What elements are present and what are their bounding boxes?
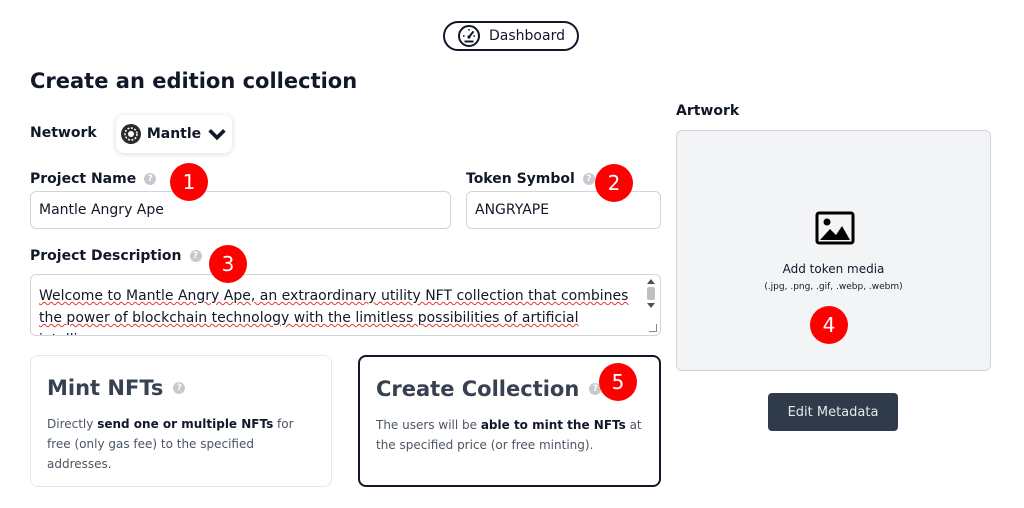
project-description-label: Project Description ? xyxy=(30,248,202,264)
dashboard-label: Dashboard xyxy=(489,28,565,44)
dashboard-button[interactable]: Dashboard xyxy=(443,21,579,51)
create-collection-title: Create Collection ? xyxy=(376,377,602,401)
mint-nfts-description: Directly send one or multiple NFTs for f… xyxy=(47,417,294,471)
token-symbol-input[interactable]: ANGRYAPE xyxy=(466,191,661,229)
media-formats-text: (.jpg, .png, .gif, .webp, .webm) xyxy=(764,282,903,292)
help-icon[interactable]: ? xyxy=(173,382,186,394)
project-description-textarea[interactable]: Welcome to Mantle Angry Ape, an extraord… xyxy=(30,274,661,336)
scroll-up-icon[interactable] xyxy=(647,279,655,284)
dashboard-icon xyxy=(458,25,481,47)
chevron-down-icon xyxy=(208,129,226,141)
annotation-marker-3: 3 xyxy=(209,245,247,283)
artwork-label: Artwork xyxy=(676,103,740,119)
textarea-scrollbar[interactable] xyxy=(644,277,658,323)
image-icon xyxy=(815,211,855,245)
annotation-marker-4: 4 xyxy=(810,306,848,344)
help-icon[interactable]: ? xyxy=(144,173,157,185)
scroll-down-icon[interactable] xyxy=(647,303,655,308)
project-name-input[interactable]: Mantle Angry Ape xyxy=(30,191,451,229)
token-symbol-label: Token Symbol ? xyxy=(466,171,595,187)
help-icon[interactable]: ? xyxy=(189,250,202,262)
network-label: Network xyxy=(30,125,97,141)
network-select[interactable]: Mantle xyxy=(116,115,232,153)
annotation-marker-2: 2 xyxy=(595,164,633,202)
description-text: Welcome to Mantle Angry Ape, an extraord… xyxy=(39,288,629,335)
annotation-marker-1: 1 xyxy=(170,163,208,201)
mint-nfts-card[interactable]: Mint NFTs ? Directly send one or multipl… xyxy=(30,355,332,487)
mint-nfts-title: Mint NFTs ? xyxy=(47,376,186,400)
edit-metadata-button[interactable]: Edit Metadata xyxy=(768,393,898,431)
project-name-label: Project Name ? xyxy=(30,171,157,187)
help-icon[interactable]: ? xyxy=(582,173,595,185)
resize-handle-icon[interactable] xyxy=(649,324,657,332)
mantle-logo-icon xyxy=(120,124,141,144)
network-selected: Mantle xyxy=(146,126,202,142)
page-title: Create an edition collection xyxy=(30,69,358,93)
scroll-thumb[interactable] xyxy=(647,287,655,300)
create-collection-description: The users will be able to mint the NFTs … xyxy=(376,418,642,452)
add-token-media-text: Add token media xyxy=(782,262,885,276)
annotation-marker-5: 5 xyxy=(599,363,637,401)
